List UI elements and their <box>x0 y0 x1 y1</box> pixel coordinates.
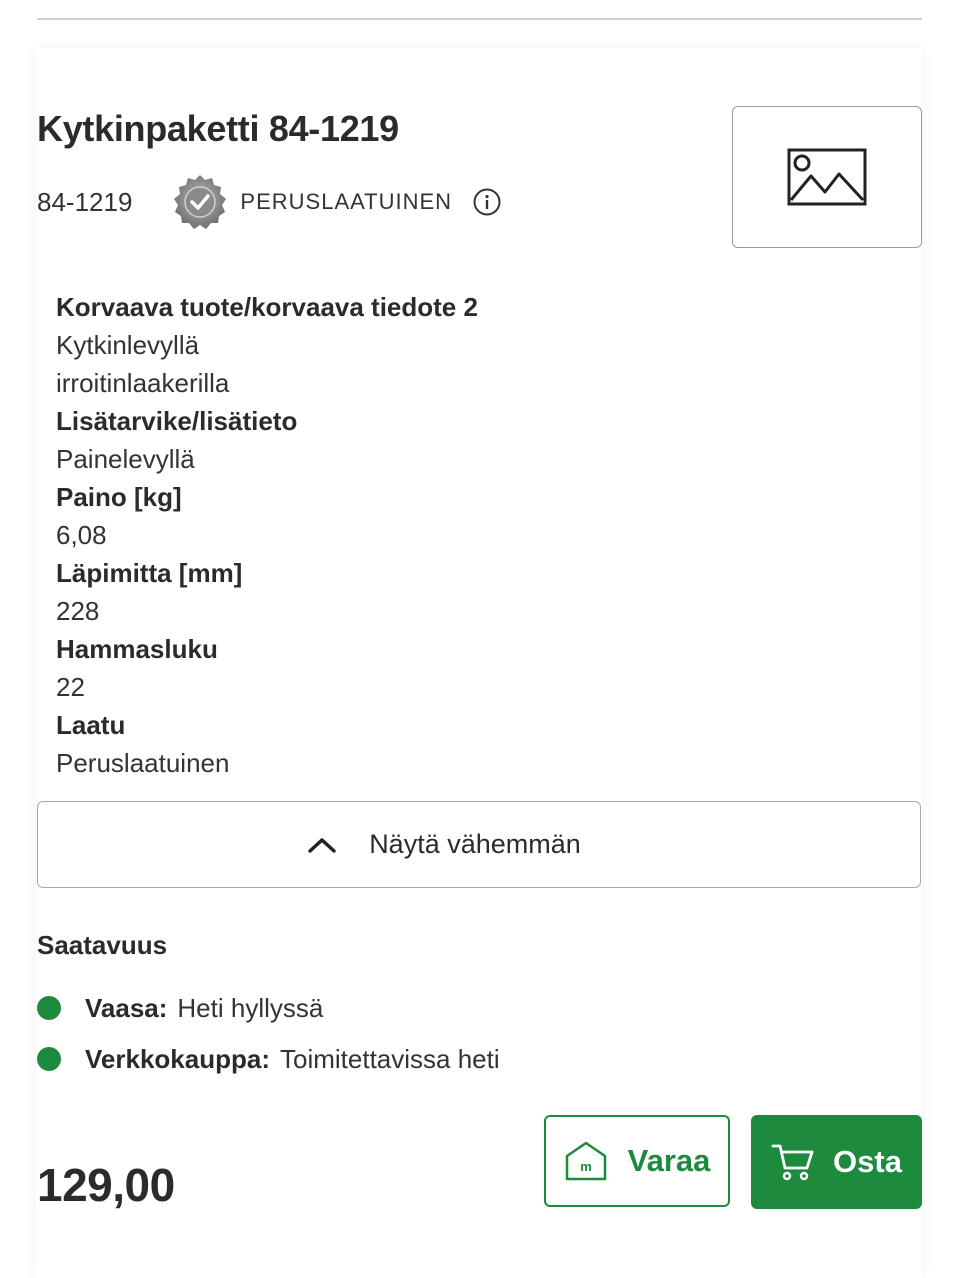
store-icon: m <box>565 1141 606 1181</box>
spec-value: Peruslaatuinen <box>56 748 230 778</box>
product-image[interactable] <box>732 106 922 248</box>
buy-button[interactable]: Osta <box>751 1115 922 1209</box>
spec-label: Hammasluku <box>56 634 218 664</box>
spec-label: Läpimitta [mm] <box>56 558 243 588</box>
availability-status: Toimitettavissa heti <box>279 1043 500 1074</box>
cart-icon <box>771 1144 814 1181</box>
spec-value: irroitinlaakerilla <box>56 368 230 398</box>
availability-row-vaasa: Vaasa: Heti hyllyssä <box>37 990 323 1026</box>
status-dot-icon <box>37 1047 61 1071</box>
product-code: 84-1219 <box>37 186 133 217</box>
svg-text:m: m <box>580 1159 592 1174</box>
buy-label: Osta <box>833 1144 902 1179</box>
status-dot-icon <box>37 996 61 1020</box>
availability-row-verkkokauppa: Verkkokauppa: Toimitettavissa heti <box>37 1041 500 1077</box>
product-title: Kytkinpaketti 84-1219 <box>37 108 399 149</box>
spec-label: Lisätarvike/lisätieto <box>56 406 298 436</box>
image-placeholder-icon <box>787 148 867 206</box>
reserve-button[interactable]: m Varaa <box>544 1115 730 1207</box>
top-divider <box>37 18 922 20</box>
availability-status: Heti hyllyssä <box>177 992 324 1023</box>
spec-value: Kytkinlevyllä <box>56 330 200 360</box>
quality-badge-icon <box>170 172 230 232</box>
availability-store: Vaasa: <box>85 992 168 1023</box>
spec-label: Korvaava tuote/korvaava tiedote 2 <box>56 292 478 322</box>
info-icon[interactable] <box>472 187 502 217</box>
show-less-label: Näytä vähemmän <box>369 829 581 859</box>
reserve-label: Varaa <box>627 1143 711 1178</box>
spec-value: 6,08 <box>56 520 107 550</box>
spec-value: 22 <box>56 672 85 702</box>
show-less-button[interactable]: Näytä vähemmän <box>37 801 921 888</box>
product-meta: 84-1219 PERUSLAATUINEN <box>37 172 502 232</box>
spec-list: Korvaava tuote/korvaava tiedote 2 Kytkin… <box>56 288 656 782</box>
product-price: 129,00 <box>37 1159 175 1211</box>
spec-value: Painelevyllä <box>56 444 195 474</box>
availability-title: Saatavuus <box>37 930 168 960</box>
availability-store: Verkkokauppa: <box>85 1043 270 1074</box>
chevron-up-icon <box>308 837 336 853</box>
spec-value: 228 <box>56 596 100 626</box>
spec-label: Paino [kg] <box>56 482 182 512</box>
quality-label: PERUSLAATUINEN <box>240 189 453 214</box>
spec-label: Laatu <box>56 710 126 740</box>
